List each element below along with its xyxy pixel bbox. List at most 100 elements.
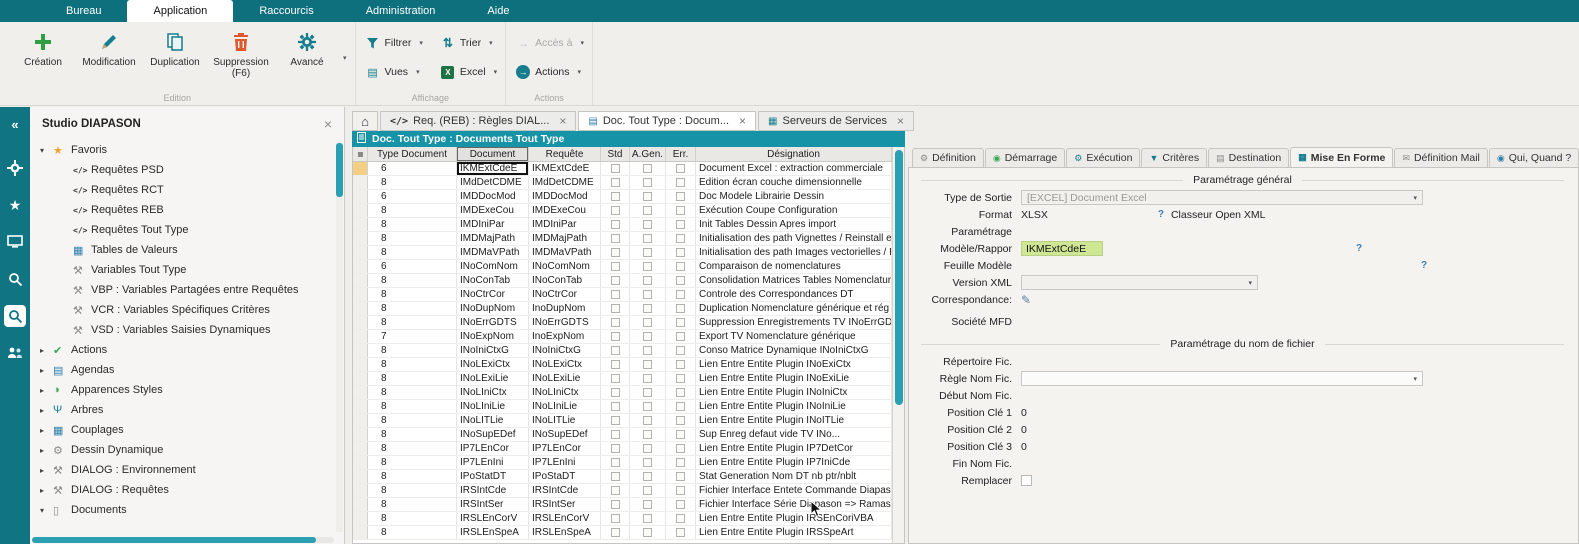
cell-document[interactable]: IMDExeCou xyxy=(457,204,529,217)
table-row[interactable]: 8 IRSIntSer IRSIntSer Fichier Interface … xyxy=(353,498,892,512)
table-row[interactable]: 8 INoLITLie INoLITLie Lien Entre Entite … xyxy=(353,414,892,428)
pos2-value[interactable]: 0 xyxy=(1021,424,1027,436)
std-checkbox[interactable] xyxy=(611,346,620,355)
agen-checkbox[interactable] xyxy=(643,178,652,187)
err-checkbox[interactable] xyxy=(676,416,685,425)
agen-checkbox[interactable] xyxy=(643,332,652,341)
detail-tab[interactable]: ▤ Destination xyxy=(1208,148,1289,167)
agen-checkbox[interactable] xyxy=(643,164,652,173)
delete-button[interactable]: Suppression (F6) xyxy=(208,24,274,91)
expander-icon[interactable]: ▸ xyxy=(40,366,53,375)
help-icon[interactable]: ? xyxy=(1421,260,1427,271)
std-checkbox[interactable] xyxy=(611,402,620,411)
agen-checkbox[interactable] xyxy=(643,206,652,215)
std-checkbox[interactable] xyxy=(611,220,620,229)
scrollbar-thumb[interactable] xyxy=(895,150,903,405)
close-icon[interactable]: × xyxy=(559,114,566,128)
tree-item[interactable]: ⚒ VBP : Variables Partagées entre Requêt… xyxy=(30,280,344,300)
std-checkbox[interactable] xyxy=(611,178,620,187)
cell-document[interactable]: IRSLEnSpeA xyxy=(457,526,529,539)
table-row[interactable]: 8 INoConTab INoConTab Consolidation Matr… xyxy=(353,274,892,288)
table-row[interactable]: 8 INoLExiCtx INoLExiCtx Lien Entre Entit… xyxy=(353,358,892,372)
agen-checkbox[interactable] xyxy=(643,276,652,285)
agen-checkbox[interactable] xyxy=(643,472,652,481)
tree-item[interactable]: </> Requêtes Tout Type xyxy=(30,220,344,240)
tree-item[interactable]: ▸ ⚒ DIALOG : Environnement xyxy=(30,460,344,480)
agen-checkbox[interactable] xyxy=(643,262,652,271)
users-icon[interactable] xyxy=(4,342,26,364)
detail-tab[interactable]: ◉ Qui, Quand ? xyxy=(1489,148,1579,167)
cell-document[interactable]: INoExpNom xyxy=(457,330,529,343)
std-checkbox[interactable] xyxy=(611,332,620,341)
agen-checkbox[interactable] xyxy=(643,248,652,257)
tree-item[interactable]: ▾ ★ Favoris xyxy=(30,140,344,160)
table-row[interactable]: 8 INoLIniLie INoLIniLie Lien Entre Entit… xyxy=(353,400,892,414)
table-row[interactable]: 8 INoIniCtxG INoIniCtxG Conso Matrice Dy… xyxy=(353,344,892,358)
tree-item[interactable]: ▸ ◑ Apparences Styles xyxy=(30,380,344,400)
column-header-requete[interactable]: Requête xyxy=(529,147,601,161)
expander-icon[interactable]: ▸ xyxy=(40,346,53,355)
err-checkbox[interactable] xyxy=(676,248,685,257)
agen-checkbox[interactable] xyxy=(643,346,652,355)
agen-checkbox[interactable] xyxy=(643,444,652,453)
document-tab[interactable]: ▦ Serveurs de Services × xyxy=(758,111,914,131)
tree-item[interactable]: ▾ ▯ Documents xyxy=(30,500,344,520)
chevron-down-icon[interactable]: ▾ xyxy=(343,54,347,62)
agen-checkbox[interactable] xyxy=(643,528,652,537)
column-header-type-document[interactable]: Type Document xyxy=(368,147,457,161)
cell-document[interactable]: INoConTab xyxy=(457,274,529,287)
home-tab[interactable]: ⌂ xyxy=(352,111,378,131)
agen-checkbox[interactable] xyxy=(643,220,652,229)
std-checkbox[interactable] xyxy=(611,318,620,327)
err-checkbox[interactable] xyxy=(676,346,685,355)
menubar-item[interactable]: Aide xyxy=(461,0,535,22)
err-checkbox[interactable] xyxy=(676,500,685,509)
column-header-std[interactable]: Std xyxy=(601,147,630,161)
cell-document[interactable]: IRSLEnCorV xyxy=(457,512,529,525)
tree-item[interactable]: ▸ ▦ Couplages xyxy=(30,420,344,440)
tree-item[interactable]: ▸ ⚙ Dessin Dynamique xyxy=(30,440,344,460)
err-checkbox[interactable] xyxy=(676,444,685,453)
column-header-err[interactable]: Err. xyxy=(666,147,696,161)
star-icon[interactable]: ★ xyxy=(4,194,26,216)
err-checkbox[interactable] xyxy=(676,332,685,341)
agen-checkbox[interactable] xyxy=(643,486,652,495)
modify-button[interactable]: Modification xyxy=(76,24,142,91)
detail-tab[interactable]: ⚙ Définition xyxy=(912,148,984,167)
std-checkbox[interactable] xyxy=(611,388,620,397)
err-checkbox[interactable] xyxy=(676,206,685,215)
err-checkbox[interactable] xyxy=(676,458,685,467)
document-tab[interactable]: ▤ Doc. Tout Type : Docum... × xyxy=(578,111,756,131)
table-row[interactable]: 8 INoCtrCor INoCtrCor Controle des Corre… xyxy=(353,288,892,302)
excel-button[interactable]: X Excel ▾ xyxy=(441,64,497,80)
table-row[interactable]: 6 IMDDocMod IMDDocMod Doc Modele Librair… xyxy=(353,190,892,204)
table-row[interactable]: 7 INoExpNom InoExpNom Export TV Nomencla… xyxy=(353,330,892,344)
table-row[interactable]: 8 IMDExeCou IMDExeCou Exécution Coupe Co… xyxy=(353,204,892,218)
std-checkbox[interactable] xyxy=(611,500,620,509)
err-checkbox[interactable] xyxy=(676,304,685,313)
menubar-item[interactable]: Raccourcis xyxy=(233,0,339,22)
err-checkbox[interactable] xyxy=(676,262,685,271)
detail-tab[interactable]: ▦ Mise En Forme xyxy=(1290,147,1393,167)
std-checkbox[interactable] xyxy=(611,304,620,313)
table-row[interactable]: 8 INoLExiLie INoLExiLie Lien Entre Entit… xyxy=(353,372,892,386)
sidebar-horizontal-scrollbar[interactable] xyxy=(32,537,334,543)
cell-document[interactable]: IMDIniPar xyxy=(457,218,529,231)
cell-document[interactable]: IRSIntCde xyxy=(457,484,529,497)
expander-icon[interactable]: ▸ xyxy=(40,486,53,495)
scrollbar-thumb[interactable] xyxy=(32,537,316,543)
std-checkbox[interactable] xyxy=(611,276,620,285)
table-row[interactable]: 8 IRSLEnSpeA IRSLEnSpeA Lien Entre Entit… xyxy=(353,526,892,540)
std-checkbox[interactable] xyxy=(611,262,620,271)
agen-checkbox[interactable] xyxy=(643,360,652,369)
expander-icon[interactable]: ▸ xyxy=(40,386,53,395)
tree-item[interactable]: ▦ Tables de Valeurs xyxy=(30,240,344,260)
cell-document[interactable]: INoDupNom xyxy=(457,302,529,315)
close-icon[interactable]: × xyxy=(324,116,332,132)
expander-icon[interactable]: ▸ xyxy=(40,426,53,435)
err-checkbox[interactable] xyxy=(676,234,685,243)
cell-document[interactable]: IP7LEnCor xyxy=(457,442,529,455)
tree-item[interactable]: ⚒ VSD : Variables Saisies Dynamiques xyxy=(30,320,344,340)
agen-checkbox[interactable] xyxy=(643,290,652,299)
err-checkbox[interactable] xyxy=(676,360,685,369)
